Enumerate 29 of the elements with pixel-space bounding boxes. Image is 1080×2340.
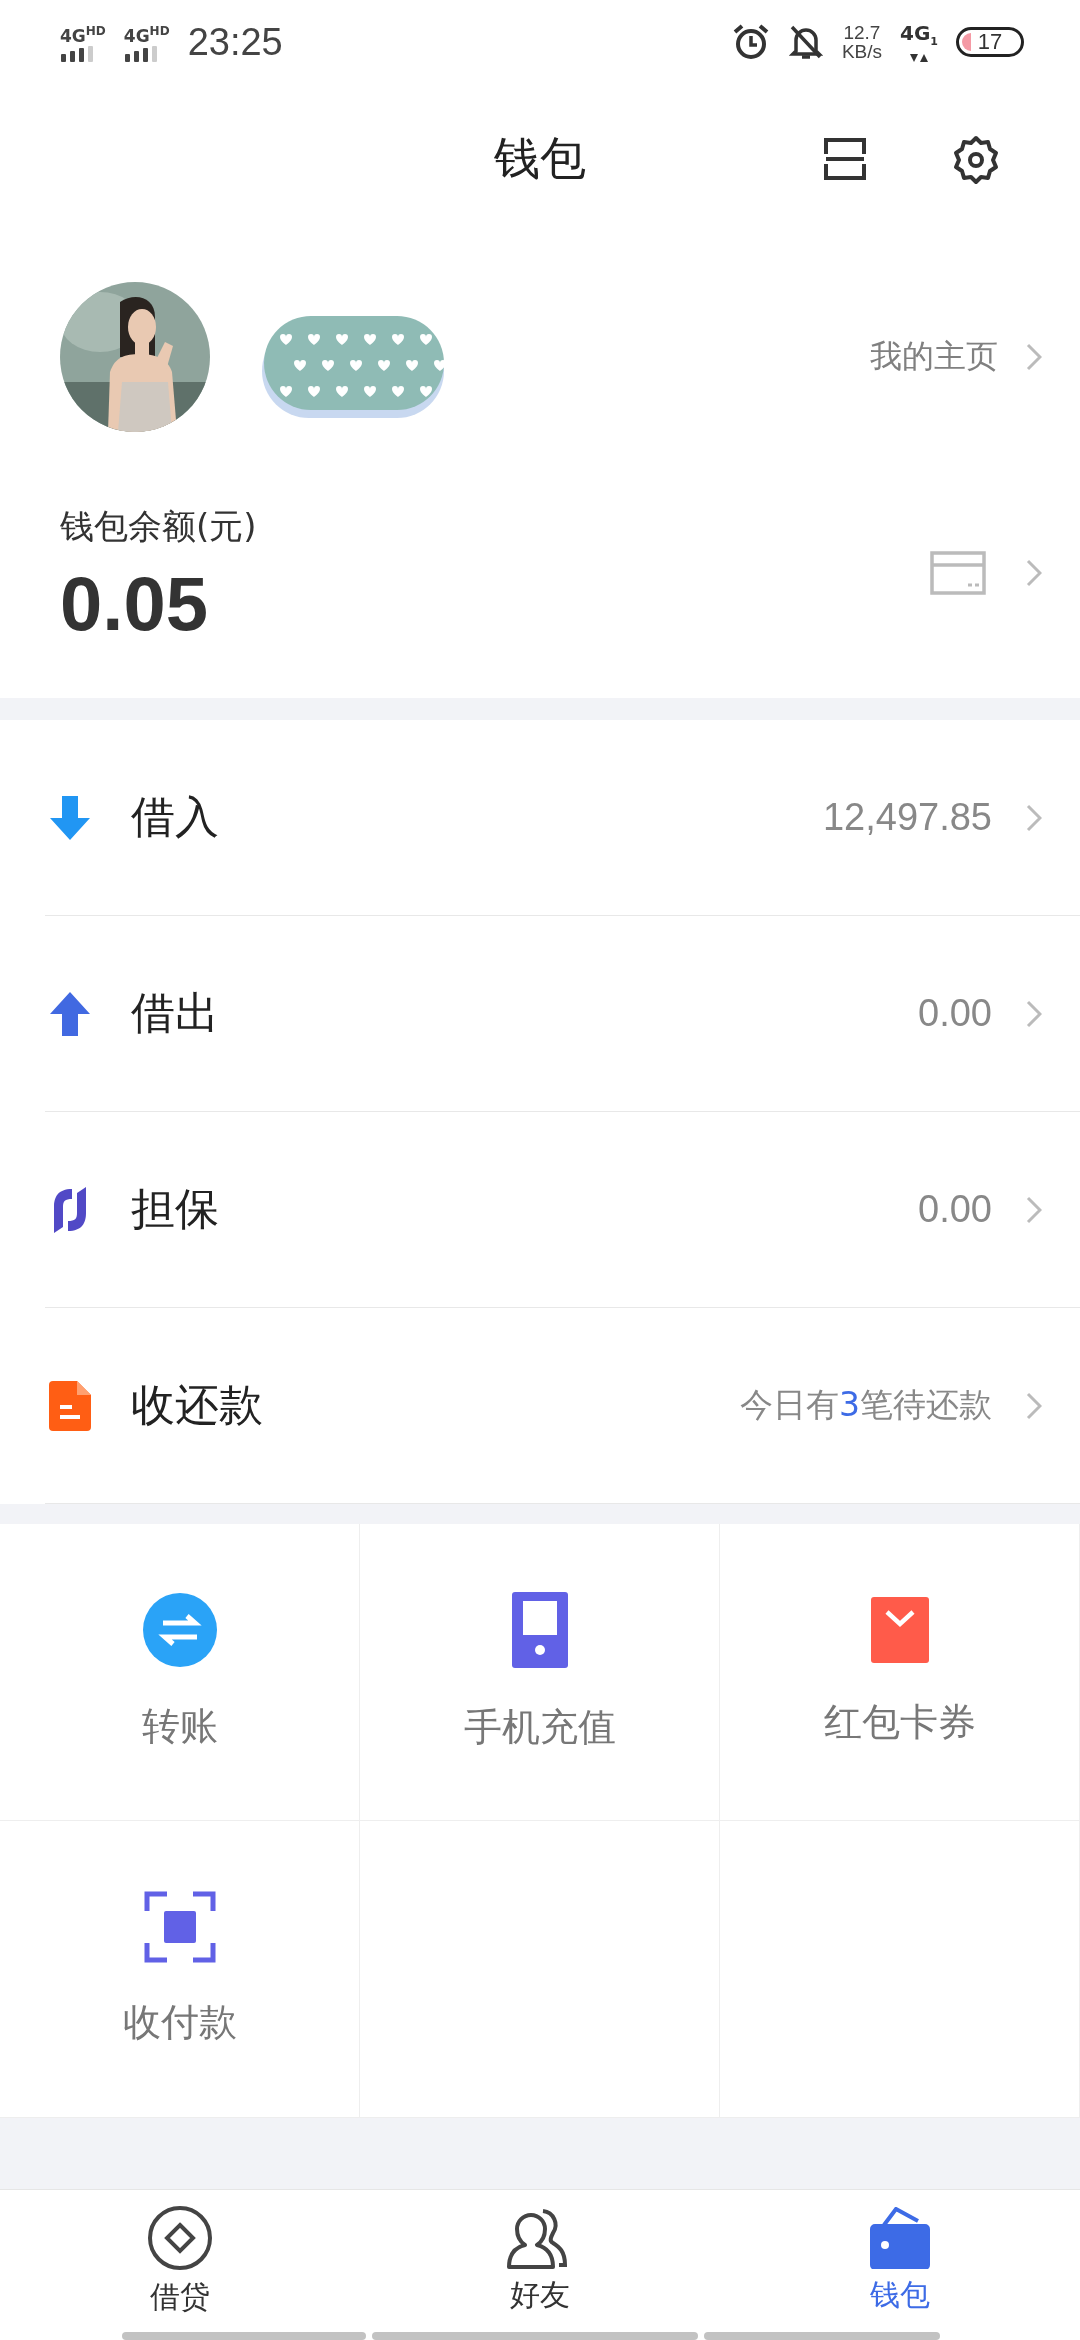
scan-frame-icon [143,1890,216,1963]
alarm-icon [731,23,770,61]
coin-icon [147,2204,213,2271]
network-speed: 12.7 KB/s [841,23,882,61]
muted-bell-icon [787,23,824,61]
account-row[interactable]: 借入 12,497.85 [45,720,1080,916]
service-tile[interactable]: 红包卡券 [720,1524,1080,1821]
envelope-icon [870,1596,929,1663]
chevron-icon [1026,999,1042,1028]
battery-indicator: 17 [956,27,1024,57]
balance-amount: 0.05 [60,566,209,642]
wallet-icon [870,2206,930,2269]
account-row[interactable]: 担保 0.00 [45,1112,1080,1308]
phone-icon [511,1591,568,1668]
chevron-icon [1026,803,1042,832]
scan-icon[interactable] [822,136,868,182]
service-tile[interactable]: 手机充值 [360,1524,720,1821]
account-row[interactable]: 借出 0.00 [45,916,1080,1112]
mobile-data-indicator: 4G$_{1}$ [900,21,938,63]
chevron-icon [1026,1195,1042,1224]
clock-time: 23:25 [187,20,283,64]
balance-label: 钱包余额(元) [60,505,258,548]
page-title: 钱包 [494,130,586,187]
service-tile[interactable]: 转账 [0,1524,360,1821]
chevron-icon [1026,343,1042,371]
chevron-icon [1026,1391,1042,1420]
chevron-icon [1026,559,1042,587]
homepage-link[interactable]: 我的主页 [870,335,998,379]
transfer-icon [142,1592,217,1667]
